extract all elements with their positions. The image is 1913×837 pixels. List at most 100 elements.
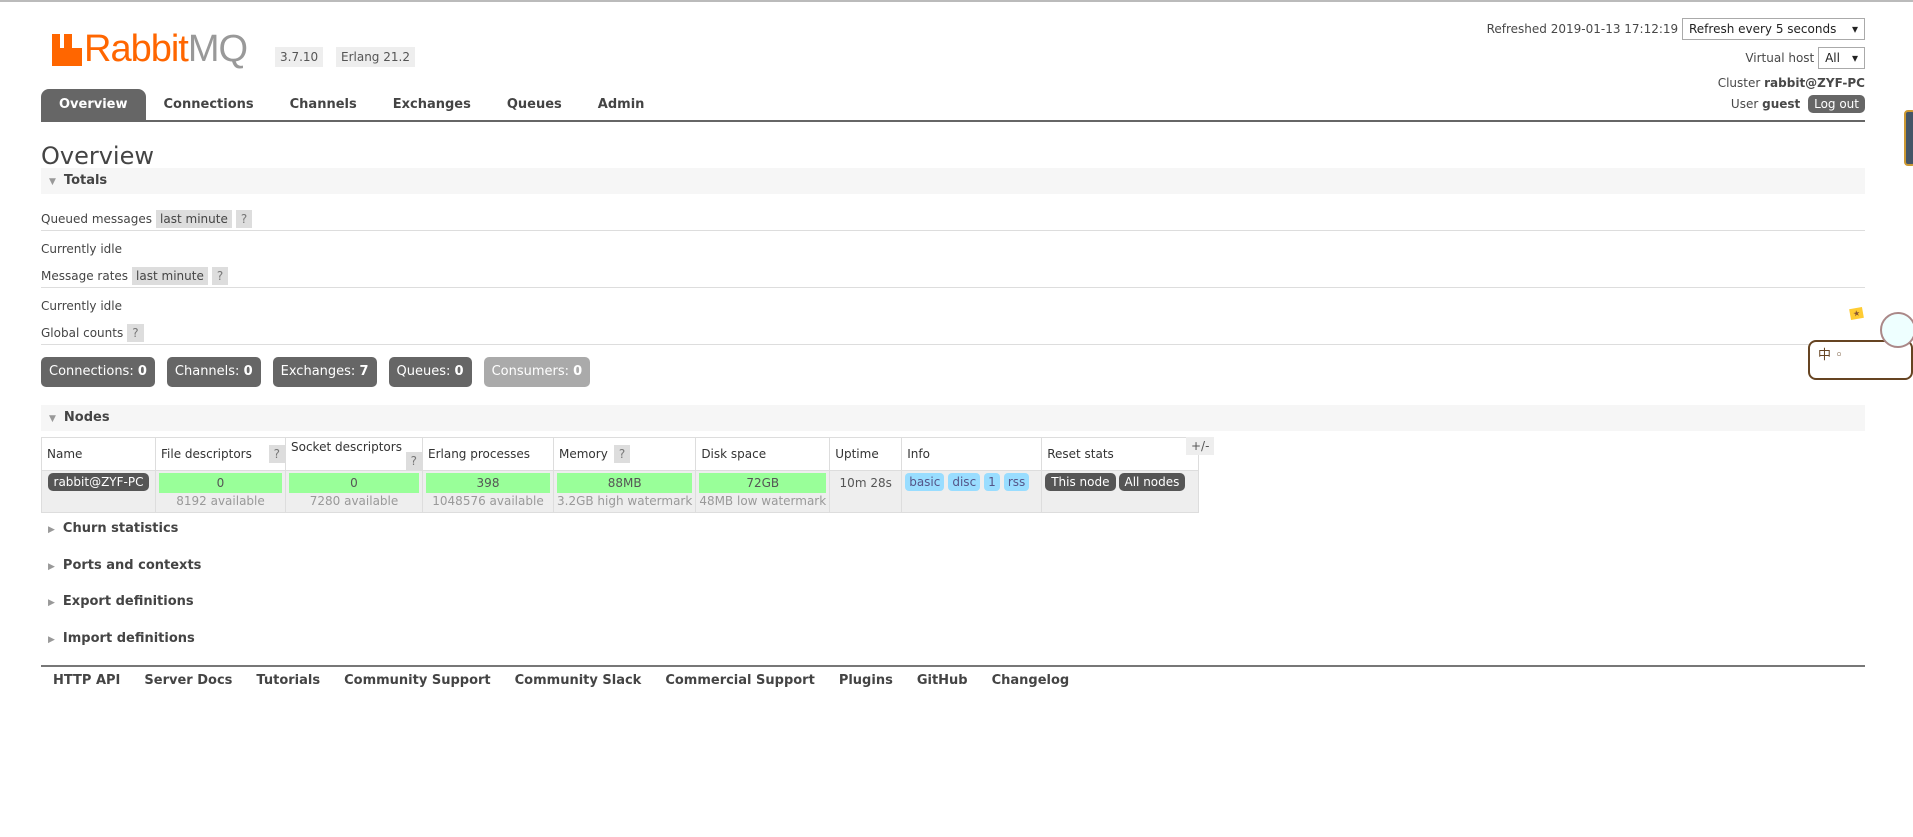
help-button[interactable]: ? bbox=[613, 445, 631, 463]
sd-available: 7280 available bbox=[309, 494, 399, 508]
tab-channels[interactable]: Channels bbox=[272, 89, 375, 121]
info-badge: basic bbox=[905, 473, 945, 491]
nodes-table: Name File descriptors? Socket descriptor… bbox=[41, 437, 1200, 513]
cluster-label: Cluster bbox=[1717, 76, 1761, 90]
main-tabs: Overview Connections Channels Exchanges … bbox=[41, 89, 662, 121]
footer-divider bbox=[41, 665, 1865, 667]
global-counts-header: Global counts? bbox=[41, 323, 1865, 345]
tab-overview[interactable]: Overview bbox=[41, 89, 146, 121]
channels-count-button[interactable]: Channels: 0 bbox=[166, 357, 261, 387]
erlang-processes-bar: 398 bbox=[426, 473, 550, 493]
dropdown-arrow-icon: ▾ bbox=[1851, 22, 1858, 36]
mascot-icon bbox=[1880, 312, 1913, 348]
export-definitions-section[interactable]: ▶ Export definitions bbox=[48, 594, 194, 609]
version-badge: 3.7.10 bbox=[275, 47, 324, 67]
footer-link-community-support[interactable]: Community Support bbox=[344, 673, 491, 688]
footer-link-server-docs[interactable]: Server Docs bbox=[144, 673, 232, 688]
memory-watermark: 3.2GB high watermark bbox=[557, 494, 693, 508]
vhost-select-value: All bbox=[1825, 51, 1840, 65]
tab-queues[interactable]: Queues bbox=[489, 89, 580, 121]
nodes-section-header[interactable]: ▼ Nodes bbox=[41, 405, 1865, 431]
reset-all-nodes-button[interactable]: All nodes bbox=[1118, 473, 1186, 491]
footer-link-github[interactable]: GitHub bbox=[917, 673, 968, 688]
import-definitions-section[interactable]: ▶ Import definitions bbox=[48, 631, 195, 646]
rabbit-logo-icon bbox=[52, 34, 82, 66]
message-rates-label: Message rates bbox=[41, 269, 129, 283]
logout-button[interactable]: Log out bbox=[1808, 95, 1865, 113]
ime-mode-icon: 中 ◦ bbox=[1818, 348, 1843, 363]
user-name: guest bbox=[1762, 97, 1801, 111]
col-uptime: Uptime bbox=[829, 437, 903, 471]
logo-text-mq: MQ bbox=[187, 28, 248, 70]
col-file-descriptors: File descriptors? bbox=[155, 437, 286, 471]
side-widget-icon[interactable] bbox=[1904, 110, 1913, 166]
tab-exchanges[interactable]: Exchanges bbox=[375, 89, 489, 121]
queued-messages-label: Queued messages bbox=[41, 212, 153, 226]
range-selector[interactable]: last minute bbox=[132, 267, 208, 285]
tab-connections[interactable]: Connections bbox=[146, 89, 272, 121]
exchanges-count-button[interactable]: Exchanges: 7 bbox=[272, 357, 377, 387]
footer-link-plugins[interactable]: Plugins bbox=[839, 673, 893, 688]
col-name: Name bbox=[41, 437, 156, 471]
col-erlang-processes: Erlang processes bbox=[422, 437, 554, 471]
col-disk-space: Disk space bbox=[695, 437, 831, 471]
queued-messages-header: Queued messages last minute? bbox=[41, 209, 1865, 231]
message-rates-header: Message rates last minute? bbox=[41, 266, 1865, 288]
table-row: rabbit@ZYF-PC 0 8192 available 0 7280 avai… bbox=[41, 470, 1200, 513]
global-counts: Connections: 0 Channels: 0 Exchanges: 7 … bbox=[41, 357, 591, 387]
help-button[interactable]: ? bbox=[127, 324, 144, 342]
section-title: Totals bbox=[63, 173, 108, 188]
collapse-triangle-icon: ▼ bbox=[49, 414, 56, 424]
consumers-count: Consumers: 0 bbox=[483, 357, 591, 387]
disk-space-bar: 72GB bbox=[699, 473, 827, 493]
col-info: Info bbox=[901, 437, 1043, 471]
refresh-interval-select[interactable]: Refresh every 5 seconds ▾ bbox=[1682, 18, 1865, 40]
range-selector[interactable]: last minute bbox=[156, 210, 232, 228]
queued-status: Currently idle bbox=[41, 242, 122, 256]
churn-statistics-section[interactable]: ▶ Churn statistics bbox=[48, 521, 178, 536]
ime-toolbar-widget[interactable]: 中 ◦ ★ bbox=[1808, 306, 1913, 380]
collapse-triangle-icon: ▼ bbox=[49, 177, 56, 187]
ep-available: 1048576 available bbox=[432, 494, 544, 508]
ports-contexts-section[interactable]: ▶ Ports and contexts bbox=[48, 558, 201, 573]
footer-links: HTTP API Server Docs Tutorials Community… bbox=[53, 673, 1069, 688]
boom-badge-icon: ★ bbox=[1849, 306, 1865, 321]
logo-text: Rabbit bbox=[84, 28, 189, 70]
uptime-value: 10m 28s bbox=[829, 470, 903, 513]
tab-divider bbox=[41, 120, 1865, 122]
footer-link-tutorials[interactable]: Tutorials bbox=[256, 673, 320, 688]
expand-triangle-icon: ▶ bbox=[48, 525, 55, 535]
section-title: Nodes bbox=[63, 410, 110, 425]
connections-count-button[interactable]: Connections: 0 bbox=[41, 357, 155, 387]
tab-admin[interactable]: Admin bbox=[580, 89, 663, 121]
page-title: Overview bbox=[41, 142, 154, 170]
footer-link-community-slack[interactable]: Community Slack bbox=[515, 673, 642, 688]
columns-toggle-button[interactable]: +/- bbox=[1186, 437, 1215, 455]
expand-triangle-icon: ▶ bbox=[48, 598, 55, 608]
expand-triangle-icon: ▶ bbox=[48, 562, 55, 572]
help-button[interactable]: ? bbox=[211, 267, 229, 285]
footer-link-http-api[interactable]: HTTP API bbox=[53, 673, 120, 688]
file-descriptors-bar: 0 bbox=[159, 473, 282, 493]
queues-count-button[interactable]: Queues: 0 bbox=[388, 357, 472, 387]
help-button[interactable]: ? bbox=[405, 452, 422, 470]
dropdown-arrow-icon: ▾ bbox=[1851, 51, 1858, 65]
refreshed-timestamp: Refreshed 2019-01-13 17:12:19 bbox=[1486, 22, 1679, 36]
info-badge: disc bbox=[948, 473, 981, 491]
node-name-link[interactable]: rabbit@ZYF-PC bbox=[47, 473, 150, 491]
help-button[interactable]: ? bbox=[235, 210, 253, 228]
global-counts-label: Global counts bbox=[41, 326, 124, 340]
info-badge: rss bbox=[1003, 473, 1030, 491]
vhost-select[interactable]: All ▾ bbox=[1818, 47, 1865, 69]
footer-link-commercial-support[interactable]: Commercial Support bbox=[665, 673, 815, 688]
reset-this-node-button[interactable]: This node bbox=[1045, 473, 1116, 491]
info-badge: 1 bbox=[984, 473, 1000, 491]
totals-section-header[interactable]: ▼ Totals bbox=[41, 168, 1865, 194]
fd-available: 8192 available bbox=[176, 494, 265, 508]
expand-triangle-icon: ▶ bbox=[48, 635, 55, 645]
col-socket-descriptors: Socket descriptors? bbox=[285, 437, 423, 471]
vhost-label: Virtual host bbox=[1745, 51, 1815, 65]
footer-link-changelog[interactable]: Changelog bbox=[992, 673, 1070, 688]
memory-bar: 88MB bbox=[557, 473, 693, 493]
help-button[interactable]: ? bbox=[268, 445, 285, 463]
